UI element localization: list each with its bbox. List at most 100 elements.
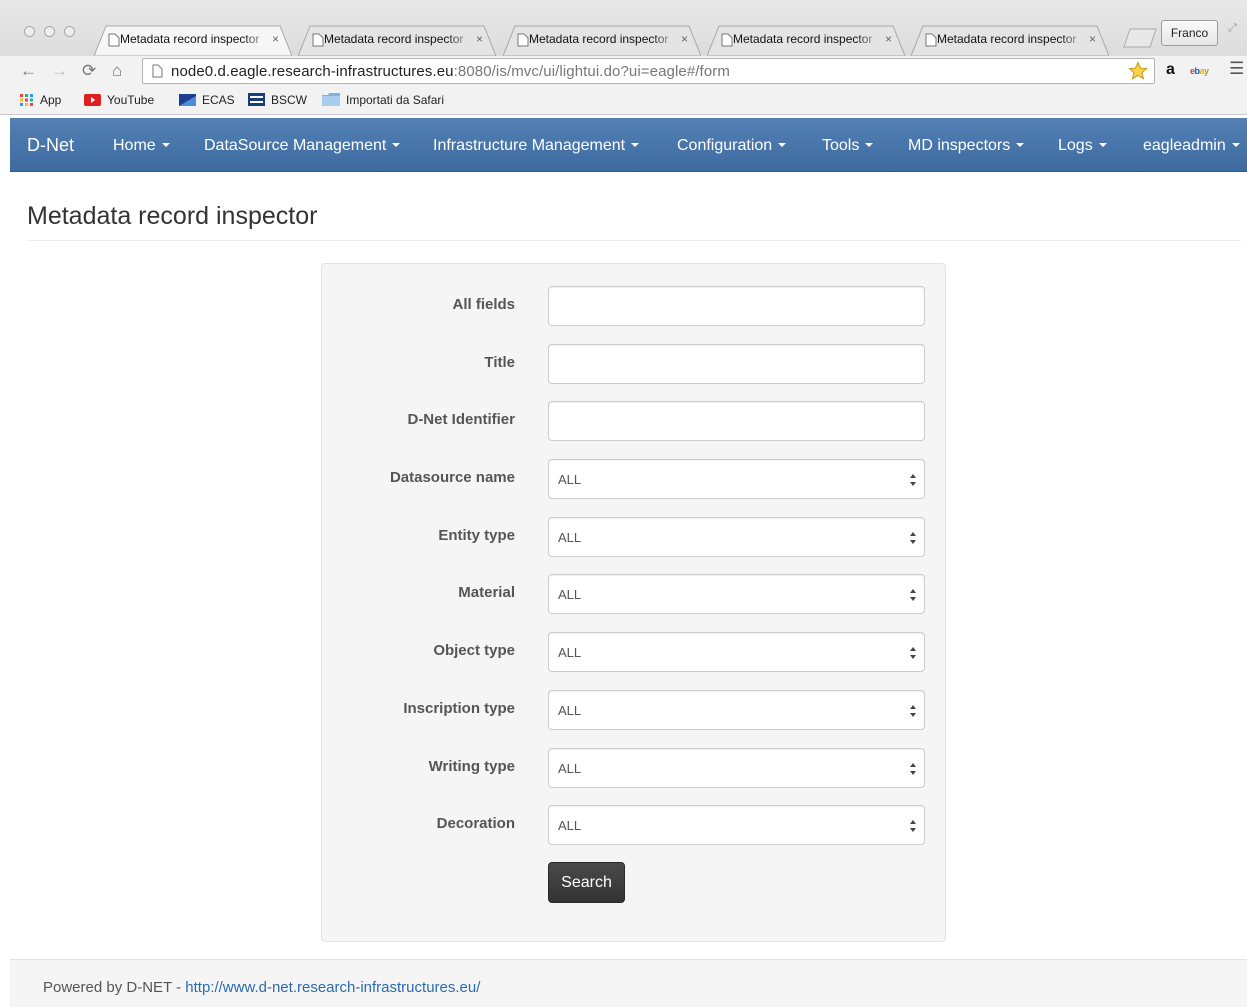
page-icon bbox=[108, 33, 120, 47]
nav-infrastructure-management[interactable]: Infrastructure Management bbox=[433, 137, 640, 155]
decoration-select[interactable]: ALL bbox=[548, 805, 925, 845]
form-row-title: Title bbox=[322, 344, 945, 384]
form-row-writing-type: Writing type ALL bbox=[322, 748, 945, 788]
nav-label: MD inspectors bbox=[908, 137, 1011, 154]
field-label: Title bbox=[484, 354, 515, 371]
youtube-icon bbox=[84, 94, 101, 106]
nav-home[interactable]: Home bbox=[113, 137, 170, 155]
dnet-website-link[interactable]: http://www.d-net.research-infrastructure… bbox=[185, 979, 480, 996]
caret-down-icon bbox=[392, 143, 401, 147]
page-icon bbox=[312, 33, 324, 47]
browser-menu-icon[interactable]: ☰ bbox=[1229, 59, 1244, 79]
browser-tab-2[interactable]: Metadata record inspector × bbox=[298, 25, 496, 56]
select-value: ALL bbox=[558, 587, 582, 602]
browser-tab-5[interactable]: Metadata record inspector × bbox=[911, 25, 1109, 56]
nav-md-inspectors[interactable]: MD inspectors bbox=[908, 137, 1025, 155]
url-host: node0.d.eagle.research-infrastructures.e… bbox=[171, 63, 454, 80]
nav-tools[interactable]: Tools bbox=[822, 137, 874, 155]
field-label: Entity type bbox=[438, 527, 515, 544]
form-row-all-fields: All fields bbox=[322, 286, 945, 326]
select-arrows-icon bbox=[910, 474, 916, 486]
search-form: All fields Title D-Net Identifier Dataso… bbox=[321, 263, 946, 942]
title-divider bbox=[27, 240, 1241, 241]
bookmarks-bar: App YouTube ECAS BSCW Importati da Safar… bbox=[0, 87, 1247, 115]
bscw-icon bbox=[248, 93, 265, 106]
close-tab-icon[interactable]: × bbox=[681, 32, 688, 46]
page-icon bbox=[152, 64, 163, 78]
tab-title: Metadata record inspector bbox=[120, 32, 260, 46]
folder-icon bbox=[322, 93, 340, 106]
datasource-name-select[interactable]: ALL bbox=[548, 459, 925, 499]
material-select[interactable]: ALL bbox=[548, 574, 925, 614]
forward-arrow-icon[interactable]: → bbox=[51, 60, 68, 82]
select-value: ALL bbox=[558, 703, 582, 718]
caret-down-icon bbox=[778, 143, 787, 147]
title-input[interactable] bbox=[548, 344, 925, 384]
field-label: Decoration bbox=[436, 815, 515, 832]
apps-grid-icon bbox=[20, 94, 33, 106]
ebay-extension-icon[interactable]: ebay bbox=[1190, 66, 1209, 76]
address-bar[interactable]: node0.d.eagle.research-infrastructures.e… bbox=[142, 58, 1155, 84]
field-label: All fields bbox=[452, 296, 515, 313]
field-label: Material bbox=[458, 584, 515, 601]
close-tab-icon[interactable]: × bbox=[885, 32, 892, 46]
new-tab-button[interactable] bbox=[1123, 28, 1157, 48]
close-tab-icon[interactable]: × bbox=[272, 32, 279, 46]
all-fields-input[interactable] bbox=[548, 286, 925, 326]
minimize-window-button[interactable] bbox=[44, 26, 55, 37]
dnet-identifier-input[interactable] bbox=[548, 401, 925, 441]
select-arrows-icon bbox=[910, 763, 916, 775]
bookmark-star-icon[interactable] bbox=[1128, 61, 1148, 81]
close-tab-icon[interactable]: × bbox=[1089, 32, 1096, 46]
back-arrow-icon[interactable]: ← bbox=[20, 60, 37, 82]
close-tab-icon[interactable]: × bbox=[476, 32, 483, 46]
form-row-material: Material ALL bbox=[322, 574, 945, 614]
field-label: Writing type bbox=[428, 758, 515, 775]
fullscreen-icon[interactable]: ⤢ bbox=[1228, 22, 1237, 35]
url-path: :8080/is/mvc/ui/lightui.do?ui=eagle#/for… bbox=[453, 63, 730, 80]
field-label: Inscription type bbox=[403, 700, 515, 717]
bookmark-apps[interactable]: App bbox=[20, 93, 61, 107]
user-profile-button[interactable]: Franco bbox=[1161, 20, 1218, 46]
caret-down-icon bbox=[1231, 143, 1240, 147]
browser-tab-3[interactable]: Metadata record inspector × bbox=[503, 25, 701, 56]
nav-label: Logs bbox=[1058, 137, 1093, 154]
bookmark-bscw[interactable]: BSCW bbox=[248, 93, 307, 107]
writing-type-select[interactable]: ALL bbox=[548, 748, 925, 788]
nav-label: Configuration bbox=[677, 137, 773, 154]
nav-label: eagleadmin bbox=[1143, 137, 1226, 154]
nav-user-menu[interactable]: eagleadmin bbox=[1143, 137, 1240, 155]
inscription-type-select[interactable]: ALL bbox=[548, 690, 925, 730]
caret-down-icon bbox=[865, 143, 874, 147]
bookmark-youtube[interactable]: YouTube bbox=[84, 93, 154, 107]
tab-title: Metadata record inspector bbox=[937, 32, 1077, 46]
ecas-icon bbox=[179, 94, 196, 106]
close-window-button[interactable] bbox=[24, 26, 35, 37]
page-icon bbox=[517, 33, 529, 47]
browser-tab-1[interactable]: Metadata record inspector × bbox=[94, 25, 292, 56]
select-value: ALL bbox=[558, 645, 582, 660]
nav-datasource-management[interactable]: DataSource Management bbox=[204, 137, 401, 155]
bookmark-ecas[interactable]: ECAS bbox=[179, 93, 235, 107]
nav-configuration[interactable]: Configuration bbox=[677, 137, 787, 155]
select-arrows-icon bbox=[910, 705, 916, 717]
url-text[interactable]: node0.d.eagle.research-infrastructures.e… bbox=[171, 63, 730, 80]
page-icon bbox=[721, 33, 733, 47]
select-value: ALL bbox=[558, 472, 582, 487]
bookmark-folder-safari[interactable]: Importati da Safari bbox=[322, 93, 444, 107]
amazon-extension-icon[interactable]: a bbox=[1166, 61, 1175, 79]
nav-logs[interactable]: Logs bbox=[1058, 137, 1107, 155]
home-icon[interactable]: ⌂ bbox=[112, 60, 122, 82]
caret-down-icon bbox=[631, 143, 640, 147]
search-button[interactable]: Search bbox=[548, 862, 625, 903]
footer-text: Powered by D-NET - http://www.d-net.rese… bbox=[43, 979, 480, 996]
brand-logo[interactable]: D-Net bbox=[27, 135, 74, 156]
select-value: ALL bbox=[558, 761, 582, 776]
object-type-select[interactable]: ALL bbox=[548, 632, 925, 672]
reload-icon[interactable]: ⟳ bbox=[82, 60, 96, 82]
browser-tab-4[interactable]: Metadata record inspector × bbox=[707, 25, 905, 56]
entity-type-select[interactable]: ALL bbox=[548, 517, 925, 557]
zoom-window-button[interactable] bbox=[64, 26, 75, 37]
browser-titlebar: Metadata record inspector × Metadata rec… bbox=[0, 0, 1247, 56]
select-arrows-icon bbox=[910, 647, 916, 659]
